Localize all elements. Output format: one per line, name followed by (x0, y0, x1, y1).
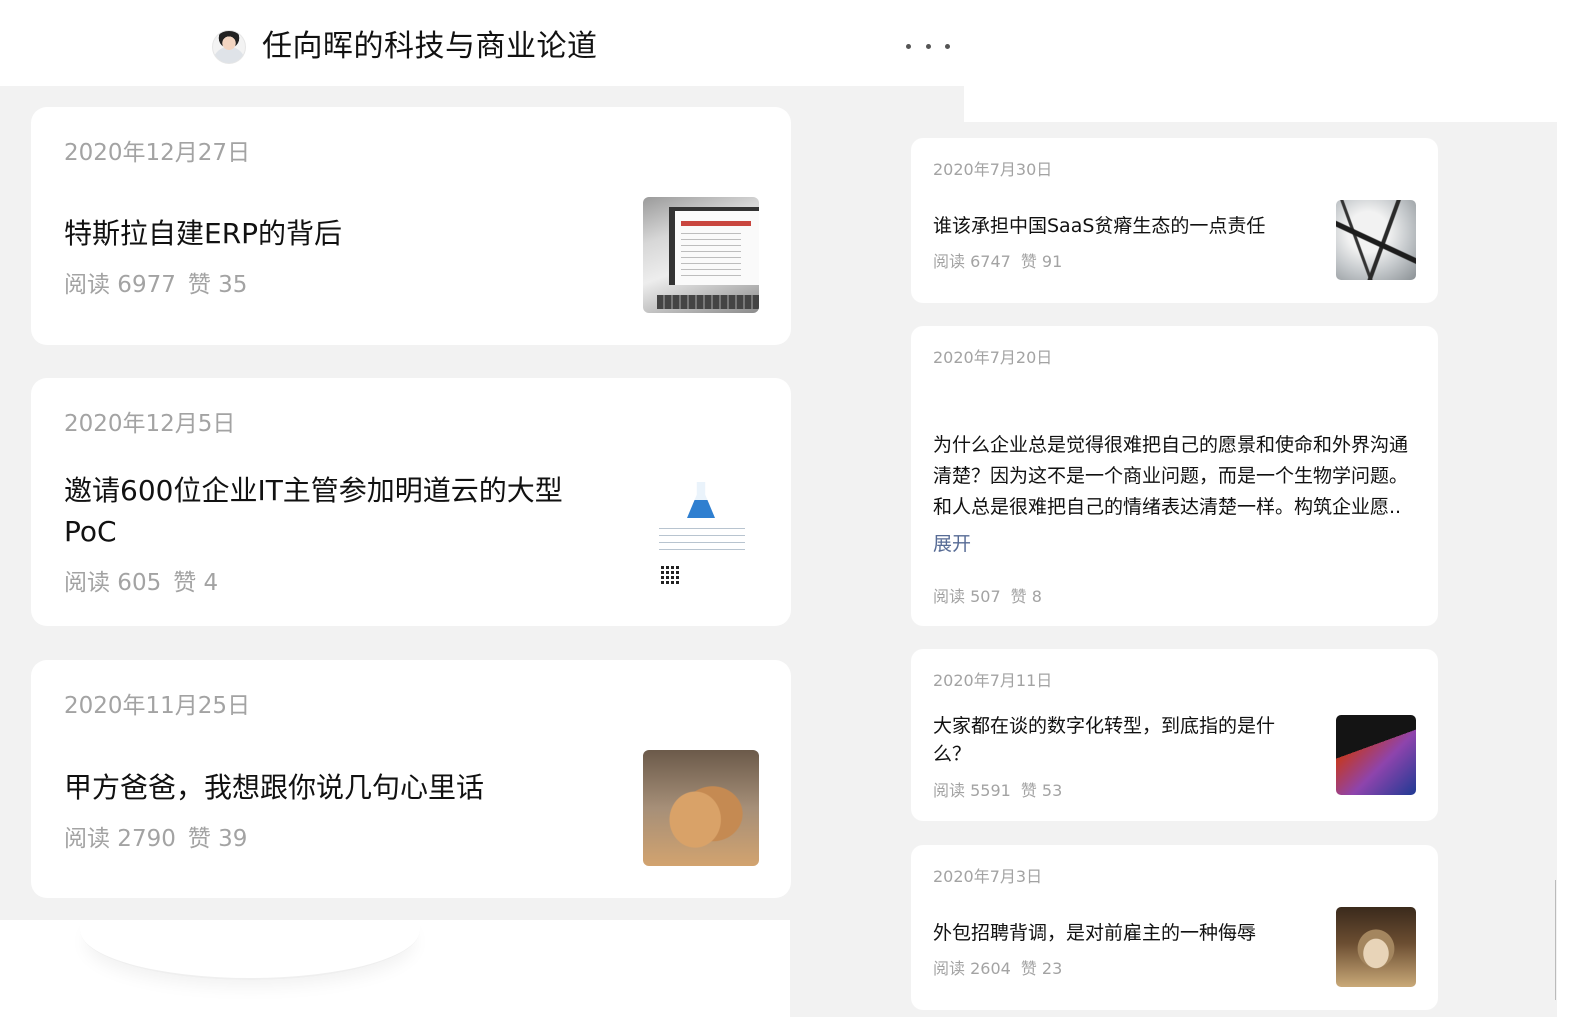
article-date: 2020年7月3日 (933, 867, 1043, 886)
cracked-earth-thumbnail[interactable] (1336, 200, 1416, 280)
laptop-erp-thumbnail[interactable] (643, 197, 759, 313)
article-title[interactable]: 特斯拉自建ERP的背后 (64, 213, 614, 254)
article-date: 2020年12月27日 (64, 140, 251, 166)
laptop-keyboard-thumbnail[interactable] (1336, 715, 1416, 795)
like-count: 赞 35 (187, 272, 248, 298)
right-edge-divider (1555, 880, 1556, 1000)
dog-flower-thumbnail[interactable] (643, 750, 759, 866)
flask-poster-thumbnail[interactable] (643, 474, 759, 590)
article-card[interactable]: 2020年7月30日 谁该承担中国SaaS贫瘠生态的一点责任 阅读 6747 赞 … (911, 138, 1438, 303)
article-stats: 阅读 605 赞 4 (64, 563, 218, 597)
avatar[interactable] (212, 30, 246, 64)
expand-link[interactable]: 展开 (933, 529, 971, 556)
article-title[interactable]: 邀请600位企业IT主管参加明道云的大型PoC (64, 470, 614, 552)
article-date: 2020年11月25日 (64, 693, 251, 719)
post-stats: 阅读 507 赞 8 (933, 583, 1042, 607)
read-count: 阅读 5591 (933, 781, 1011, 800)
article-card[interactable]: 2020年7月11日 大家都在谈的数字化转型，到底指的是什么？ 阅读 5591 赞… (911, 649, 1438, 821)
more-dots-icon[interactable] (906, 36, 950, 56)
like-count: 赞 39 (187, 826, 248, 852)
account-name[interactable]: 任向晖的科技与商业论道 (262, 27, 598, 67)
article-title[interactable]: 大家都在谈的数字化转型，到底指的是什么？ (933, 712, 1293, 768)
article-stats: 阅读 2790 赞 39 (64, 819, 247, 853)
like-count: 赞 23 (1020, 959, 1063, 978)
read-count: 阅读 2790 (64, 826, 176, 852)
post-body: 为什么企业总是觉得很难把自己的愿景和使命和外界沟通清楚？因为这不是一个商业问题，… (933, 434, 1409, 518)
article-date: 2020年12月5日 (64, 411, 236, 437)
article-title[interactable]: 谁该承担中国SaaS贫瘠生态的一点责任 (933, 212, 1293, 240)
read-count: 阅读 6747 (933, 252, 1011, 271)
article-card[interactable]: 2020年7月3日 外包招聘背调，是对前雇主的一种侮辱 阅读 2604 赞 23 (911, 845, 1438, 1010)
article-title[interactable]: 外包招聘背调，是对前雇主的一种侮辱 (933, 919, 1293, 947)
read-count: 阅读 2604 (933, 959, 1011, 978)
screenshot-stage: 任向晖的科技与商业论道 2020年12月27日 特斯拉自建ERP的背后 阅读 6… (0, 0, 1577, 1017)
like-count: 赞 8 (1010, 587, 1042, 606)
article-card[interactable]: 2020年12月5日 邀请600位企业IT主管参加明道云的大型PoC 阅读 60… (31, 378, 791, 626)
like-count: 赞 91 (1020, 252, 1063, 271)
like-count: 赞 53 (1020, 781, 1063, 800)
article-stats: 阅读 2604 赞 23 (933, 955, 1062, 979)
read-count: 阅读 6977 (64, 272, 176, 298)
article-stats: 阅读 6747 赞 91 (933, 248, 1062, 272)
article-card[interactable]: 2020年11月25日 甲方爸爸，我想跟你说几句心里话 阅读 2790 赞 39 (31, 660, 791, 898)
read-count: 阅读 507 (933, 587, 1001, 606)
article-stats: 阅读 5591 赞 53 (933, 777, 1062, 801)
article-title[interactable]: 甲方爸爸，我想跟你说几句心里话 (64, 767, 614, 808)
read-count: 阅读 605 (64, 570, 162, 596)
article-date: 2020年7月11日 (933, 671, 1053, 690)
like-count: 赞 4 (173, 570, 219, 596)
cat-thumbnail[interactable] (1336, 907, 1416, 987)
account-header: 任向晖的科技与商业论道 (0, 0, 964, 86)
article-date: 2020年7月30日 (933, 160, 1053, 179)
article-card[interactable]: 2020年12月27日 特斯拉自建ERP的背后 阅读 6977 赞 35 (31, 107, 791, 345)
article-stats: 阅读 6977 赞 35 (64, 265, 247, 299)
post-date: 2020年7月20日 (933, 348, 1053, 367)
post-card[interactable]: 2020年7月20日 为什么企业总是觉得很难把自己的愿景和使命和外界沟通清楚？因… (911, 326, 1438, 626)
